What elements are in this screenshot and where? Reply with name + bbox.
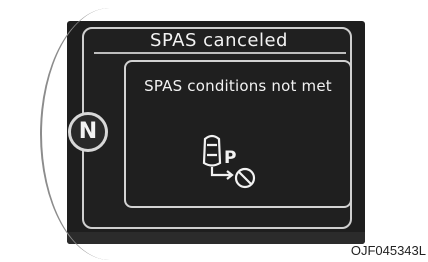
gear-indicator-icon: N xyxy=(68,112,108,152)
spas-status-title: SPAS canceled xyxy=(150,30,288,51)
figure-code: OJF045343L xyxy=(350,243,426,258)
car-icon xyxy=(202,134,222,167)
gear-position-label: N xyxy=(78,119,98,144)
title-bar: SPAS canceled xyxy=(96,30,342,52)
parking-letter: P xyxy=(224,148,236,168)
prohibited-icon xyxy=(234,167,256,189)
spas-condition-message: SPAS conditions not met xyxy=(144,77,332,95)
title-divider xyxy=(94,52,346,54)
parking-assist-prohibited-icon: P xyxy=(202,134,256,189)
